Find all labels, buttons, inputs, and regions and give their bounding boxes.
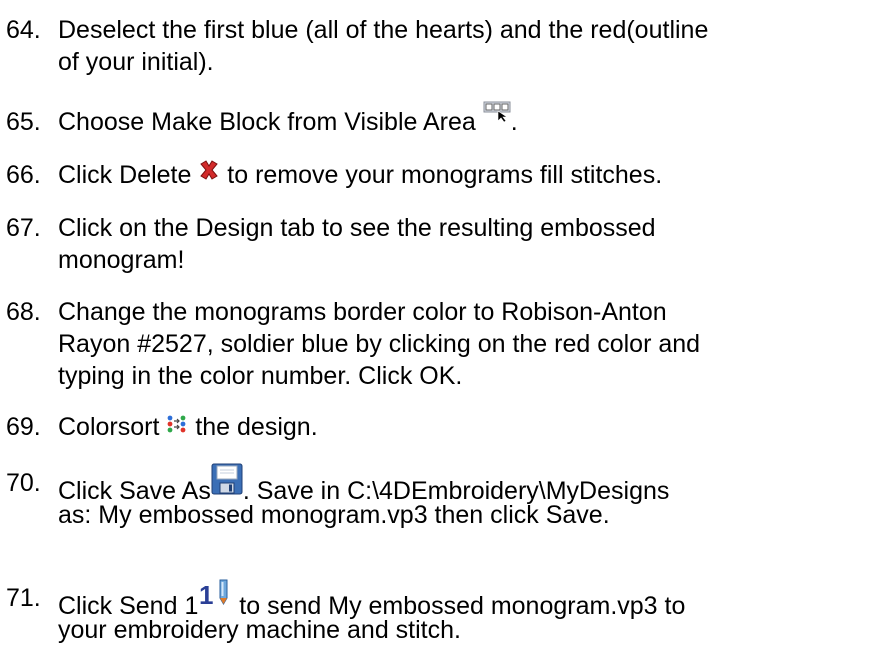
step-text: Click on the Design tab to see the resul… <box>58 212 892 276</box>
step-line: monogram! <box>58 246 185 274</box>
make-block-icon <box>483 100 511 122</box>
save-floppy-icon <box>211 463 243 495</box>
step-line: Choose Make Block from Visible Area <box>58 108 483 136</box>
step-line: to remove your monograms fill stitches. <box>220 161 663 189</box>
step-line: Click Delete <box>58 161 199 189</box>
step-line: the design. <box>188 413 318 441</box>
step-number: 68. <box>6 298 41 326</box>
step-line: of your initial). <box>58 48 214 76</box>
step-line: Rayon #2527, soldier blue by clicking on… <box>58 330 701 358</box>
step-number: 67. <box>6 214 41 242</box>
step-line: Click on the Design tab to see the resul… <box>58 214 656 242</box>
step-text: Deselect the first blue (all of the hear… <box>58 14 892 78</box>
step-text: Click Delete to remove your monograms fi… <box>58 159 892 191</box>
send-1-icon: 1 <box>198 578 232 610</box>
step-text: Colorsort the design. <box>58 411 892 443</box>
step-line: Deselect the first blue (all of the hear… <box>58 16 709 44</box>
step-number: 66. <box>6 161 41 189</box>
step-line: Colorsort <box>58 413 167 441</box>
step-number: 71. <box>6 584 41 612</box>
delete-x-icon <box>198 159 220 181</box>
step-number: 64. <box>6 16 41 44</box>
step-line: typing in the color number. Click OK. <box>58 362 463 390</box>
step-text: Click Send 11 to send My embossed monogr… <box>58 579 892 646</box>
colorsort-icon <box>166 413 188 433</box>
step-text: Click Save As. Save in C:\4DEmbroidery\M… <box>58 463 892 531</box>
step-number: 69. <box>6 413 41 441</box>
step-text: Change the monograms border color to Rob… <box>58 296 892 392</box>
step-line: . <box>510 108 518 136</box>
step-number: 70. <box>6 469 41 497</box>
step-number: 65. <box>6 108 41 136</box>
step-text: Choose Make Block from Visible Area . <box>58 101 892 138</box>
svg-text:1: 1 <box>199 580 213 610</box>
step-line: as: My embossed monogram.vp3 then click … <box>58 501 610 529</box>
step-line: Change the monograms border color to Rob… <box>58 298 667 326</box>
